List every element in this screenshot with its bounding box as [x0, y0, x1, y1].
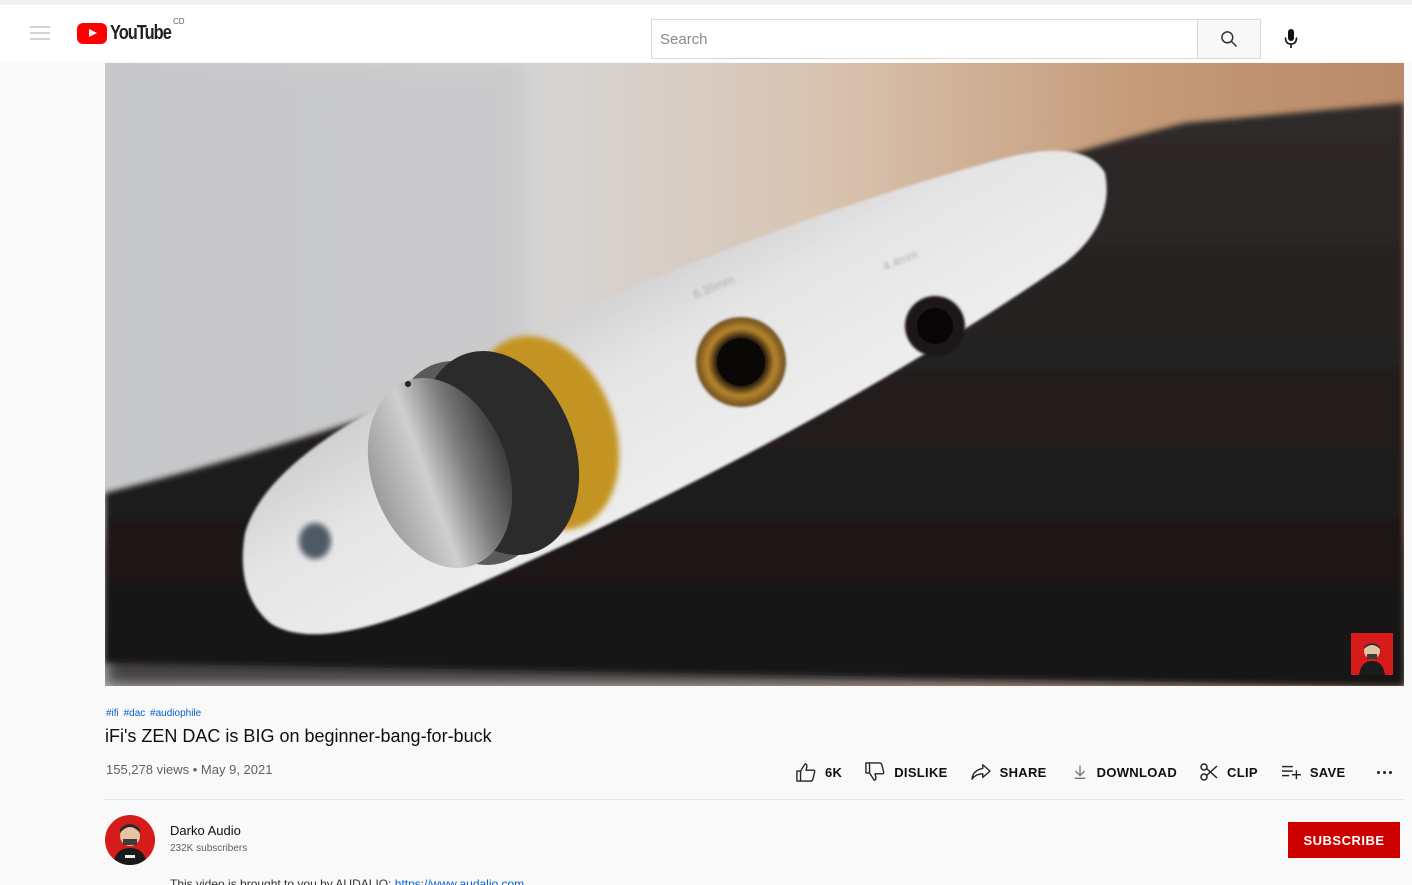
person-icon [113, 824, 147, 865]
description-link[interactable]: https://www.audalio.com [395, 877, 524, 885]
download-label: DOWNLOAD [1096, 764, 1178, 780]
upload-date: May 9, 2021 [200, 762, 273, 777]
search-button[interactable] [1197, 19, 1261, 59]
video-player[interactable]: 6.35mm 4.4mm [105, 63, 1404, 686]
save-button[interactable]: SAVE [1280, 763, 1346, 781]
like-icon [796, 763, 816, 782]
youtube-logo[interactable]: YouTube CD [77, 17, 185, 45]
video-title: iFi's ZEN DAC is BIG on beginner-bang-fo… [105, 726, 492, 746]
search-icon [1221, 31, 1238, 48]
youtube-logo-icon [77, 22, 107, 44]
channel-name[interactable]: Darko Audio [170, 823, 241, 838]
subscriber-count: 232K subscribers [170, 843, 248, 854]
voice-search-button[interactable] [1276, 23, 1306, 55]
save-label: SAVE [1309, 764, 1346, 780]
hashtag-link[interactable]: #ifi [106, 708, 119, 719]
channel-avatar[interactable] [105, 815, 155, 865]
hashtag-link[interactable]: #dac [124, 708, 146, 719]
video-meta: 155,278 views • May 9, 2021 [106, 762, 272, 777]
youtube-watch-page: YouTube CD Search 6.35mm 4.4mm #ifi #dac… [0, 0, 1412, 885]
like-count: 6K [825, 764, 843, 780]
share-button[interactable]: SHARE [970, 763, 1047, 781]
dislike-label: DISLIKE [894, 764, 948, 780]
hashtags: #ifi #dac #audiophile [106, 708, 203, 719]
hashtag-link[interactable]: #audiophile [150, 708, 201, 719]
clip-icon [1200, 763, 1218, 781]
like-button[interactable]: 6K [795, 762, 842, 782]
share-label: SHARE [999, 764, 1047, 780]
download-icon [1074, 765, 1086, 779]
channel-watermark[interactable] [1351, 633, 1393, 675]
meta-separator: • [192, 762, 201, 777]
country-code: CD [173, 17, 185, 26]
dislike-icon [865, 762, 885, 781]
top-bar: YouTube CD [0, 0, 1412, 62]
search-input[interactable] [651, 19, 1197, 59]
mic-icon [1284, 29, 1298, 48]
menu-icon[interactable] [28, 23, 52, 43]
video-actions: 6K DISLIKE SHARE DOWNLOAD CLIP SAVE [795, 759, 1345, 785]
share-icon [970, 764, 991, 780]
save-playlist-icon [1281, 765, 1301, 780]
description-text: This video is brought to you by AUDALIO: [170, 877, 395, 885]
search-bar [651, 19, 1261, 59]
clip-label: CLIP [1227, 764, 1258, 780]
divider [105, 799, 1404, 800]
subscribe-button[interactable]: SUBSCRIBE [1288, 822, 1400, 858]
more-icon[interactable] [1373, 763, 1395, 781]
dislike-button[interactable]: DISLIKE [864, 762, 947, 782]
download-button[interactable]: DOWNLOAD [1071, 763, 1177, 781]
video-description: This video is brought to you by AUDALIO:… [170, 877, 524, 885]
logo-text: YouTube [110, 21, 172, 44]
video-frame: 6.35mm 4.4mm [105, 63, 1404, 686]
view-count: 155,278 views [106, 762, 190, 777]
person-icon [1359, 643, 1385, 675]
clip-button[interactable]: CLIP [1199, 762, 1258, 782]
